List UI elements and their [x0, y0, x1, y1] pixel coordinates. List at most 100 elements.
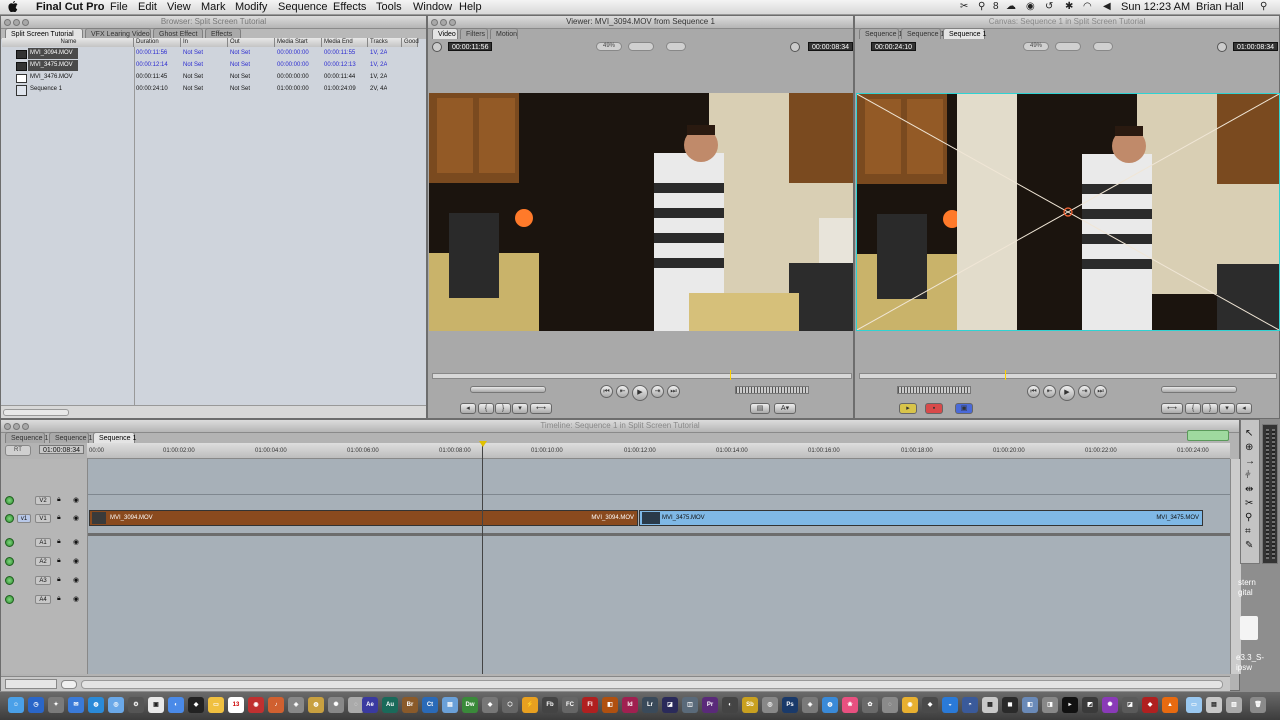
ichat-icon[interactable]: ◍ [88, 697, 104, 713]
track-label-v1[interactable]: V1 [35, 514, 51, 523]
menu-extra-icon[interactable]: ☁ [1006, 1, 1016, 13]
mail-icon[interactable]: ✉ [68, 697, 84, 713]
app-icon[interactable]: ▦ [982, 697, 998, 713]
track-audible-toggle[interactable] [5, 557, 14, 566]
track-audible-toggle[interactable] [5, 576, 14, 585]
menu-extra-icon[interactable]: ✂ [960, 1, 968, 13]
overwrite-edit-button[interactable]: ▪ [925, 403, 943, 414]
timeline-current-timecode[interactable]: 01:00:08:34 [39, 445, 84, 454]
playhead-sync-icon[interactable] [432, 42, 442, 52]
track-label-a1[interactable]: A1 [35, 538, 51, 547]
insert-edit-button[interactable]: ▸ [899, 403, 917, 414]
app-icon[interactable]: ⚡ [522, 697, 538, 713]
app-icon[interactable]: ◨ [1042, 697, 1058, 713]
after-effects-icon[interactable]: Ae [362, 697, 378, 713]
viewer-current-timecode[interactable]: 00:00:08:34 [808, 42, 853, 51]
scroll-thumb[interactable] [3, 409, 69, 416]
menu-user[interactable]: Brian Hall [1196, 0, 1244, 14]
app-icon[interactable]: ◈ [802, 697, 818, 713]
recent-clips-popup[interactable]: ▤ [750, 403, 770, 414]
soundbooth-icon[interactable]: Sb [742, 697, 758, 713]
downloads-folder-icon[interactable]: ▭ [1186, 697, 1202, 713]
auto-select-icon[interactable]: ◉ [73, 514, 79, 522]
auto-select-icon[interactable]: ◉ [73, 576, 79, 584]
flash-builder-icon[interactable]: Fb [542, 697, 558, 713]
go-to-next-edit-button[interactable]: ⏭ [1094, 385, 1107, 398]
spotlight-icon[interactable]: ⚲ [1260, 1, 1267, 13]
app-icon[interactable]: ◆ [922, 697, 938, 713]
canvas-video-frame[interactable] [856, 93, 1280, 331]
canvas-display-popup[interactable] [1093, 42, 1113, 51]
app-icon[interactable]: ◆ [482, 697, 498, 713]
table-row[interactable]: Sequence 1 00:00:24:10 Not Set Not Set 0… [2, 84, 418, 96]
tab-sequence-1[interactable]: Sequence 1 [943, 28, 986, 39]
stack-icon[interactable]: ▥ [1226, 697, 1242, 713]
playhead-handle-icon[interactable] [479, 441, 487, 447]
track-visibility-toggle[interactable] [5, 496, 14, 505]
menu-window[interactable]: Window [413, 0, 452, 14]
volume-icon[interactable]: ◀ [1103, 1, 1111, 13]
column-header-name[interactable]: Name [2, 38, 134, 47]
roll-tool-icon[interactable]: ⫩ [1245, 470, 1251, 481]
timecode-clock-icon[interactable] [1217, 42, 1227, 52]
settings-icon[interactable]: ⚙ [128, 697, 144, 713]
lock-icon[interactable]: 🔒︎ [57, 514, 61, 522]
menu-edit[interactable]: Edit [138, 0, 157, 14]
add-marker-button[interactable]: ▾ [1219, 403, 1235, 414]
jog-control[interactable] [897, 386, 971, 394]
indesign-icon[interactable]: Id [622, 697, 638, 713]
column-header-tracks[interactable]: Tracks [368, 38, 402, 47]
auto-select-icon[interactable]: ◉ [73, 595, 79, 603]
wifi-icon[interactable]: ◠ [1083, 1, 1092, 13]
zoom-slider[interactable] [61, 680, 77, 689]
vlc-icon[interactable]: ▲ [1162, 697, 1178, 713]
track-label-v2[interactable]: V2 [35, 496, 51, 505]
app-icon[interactable]: ❀ [842, 697, 858, 713]
play-in-to-out-button[interactable]: ⇤ [1043, 385, 1056, 398]
ichat-icon[interactable]: ◐ [168, 697, 184, 713]
app-icon[interactable]: ✿ [862, 697, 878, 713]
bridge-icon[interactable]: Br [402, 697, 418, 713]
lock-icon[interactable]: 🔒︎ [57, 538, 61, 546]
app-icon[interactable]: ◍ [308, 697, 324, 713]
finder-icon[interactable]: ☺ [8, 697, 24, 713]
app-icon[interactable]: ◓ [962, 697, 978, 713]
lightroom-icon[interactable]: Lr [642, 697, 658, 713]
app-icon[interactable]: ◼ [1002, 697, 1018, 713]
app-icon[interactable]: ◐ [722, 697, 738, 713]
jog-control[interactable] [735, 386, 809, 394]
column-header-media-start[interactable]: Media Start [275, 38, 322, 47]
table-row[interactable]: MVI_3476.MOV 00:00:11:45 Not Set Not Set… [2, 72, 418, 83]
time-machine-icon[interactable]: ↺ [1045, 1, 1053, 13]
menu-clock[interactable]: Sun 12:23 AM [1121, 0, 1190, 14]
contribute-icon[interactable]: Ct [422, 697, 438, 713]
calendar-icon[interactable]: 13 [228, 697, 244, 713]
track-height-control[interactable] [5, 679, 57, 689]
tab-sequence-1[interactable]: Sequence 1 [93, 432, 136, 443]
table-row[interactable]: MVI_3094.MOV 00:00:11:56 Not Set Not Set… [2, 48, 418, 59]
menu-mark[interactable]: Mark [201, 0, 225, 14]
app-icon[interactable]: ◆ [1142, 697, 1158, 713]
photoshop-icon[interactable]: Ps [782, 697, 798, 713]
desktop-file-label[interactable]: stern gital [1238, 578, 1256, 598]
app-icon[interactable]: ◆ [188, 697, 204, 713]
app-icon[interactable]: ◫ [682, 697, 698, 713]
playhead[interactable] [730, 370, 731, 380]
desktop-file-icon[interactable] [1240, 616, 1258, 640]
lock-icon[interactable]: 🔒︎ [57, 557, 61, 565]
tab-sequence-1[interactable]: Sequence 1 [5, 432, 48, 443]
track-label-a2[interactable]: A2 [35, 557, 51, 566]
app-icon[interactable]: ✺ [328, 697, 344, 713]
menu-badge[interactable]: 8 [993, 1, 999, 13]
menu-help[interactable]: Help [459, 0, 482, 14]
track-select-tool-icon[interactable]: → [1245, 456, 1255, 467]
app-icon[interactable]: ◩ [1082, 697, 1098, 713]
viewer-view-popup[interactable] [628, 42, 654, 51]
column-header-media-end[interactable]: Media End [322, 38, 368, 47]
timeline-clip[interactable]: MVI_3475.MOV MVI_3475.MOV [639, 510, 1203, 526]
menu-sequence[interactable]: Sequence [278, 0, 328, 14]
play-around-button[interactable]: ⇥ [1078, 385, 1091, 398]
menu-file[interactable]: File [110, 0, 128, 14]
tab-motion[interactable]: Motion [490, 28, 518, 39]
mark-out-button[interactable]: } [1202, 403, 1218, 414]
